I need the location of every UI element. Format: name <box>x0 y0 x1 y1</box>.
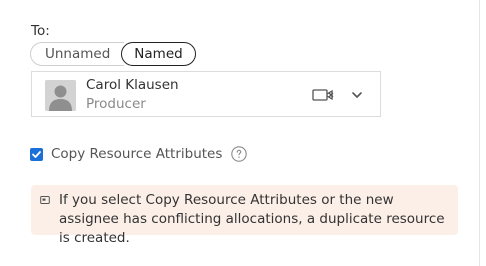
notice-icon <box>40 196 50 204</box>
panel-divider <box>479 0 480 266</box>
to-label: To: <box>31 23 50 39</box>
reassign-panel: To: Unnamed Named Carol Klausen Producer <box>0 0 486 266</box>
video-off-icon[interactable] <box>312 87 334 103</box>
checkbox-checked-icon <box>32 150 41 158</box>
named-unnamed-toggle: Unnamed Named <box>30 42 196 66</box>
avatar <box>45 80 76 111</box>
unnamed-toggle-button[interactable]: Unnamed <box>30 42 125 66</box>
person-avatar-icon <box>45 80 76 111</box>
help-circle-icon[interactable] <box>231 146 248 162</box>
copy-attributes-checkbox[interactable] <box>30 147 43 161</box>
named-toggle-button[interactable]: Named <box>121 42 196 66</box>
duplicate-resource-notice: If you select Copy Resource Attributes o… <box>31 185 458 246</box>
copy-attributes-label[interactable]: Copy Resource Attributes <box>51 146 222 162</box>
resource-name: Carol Klausen <box>86 77 179 93</box>
notice-text: If you select Copy Resource Attributes o… <box>59 192 445 246</box>
chevron-down-icon[interactable] <box>350 88 364 102</box>
resource-select[interactable]: Carol Klausen Producer <box>31 71 381 117</box>
copy-attributes-row: Copy Resource Attributes <box>30 144 248 164</box>
resource-role: Producer <box>86 96 146 112</box>
